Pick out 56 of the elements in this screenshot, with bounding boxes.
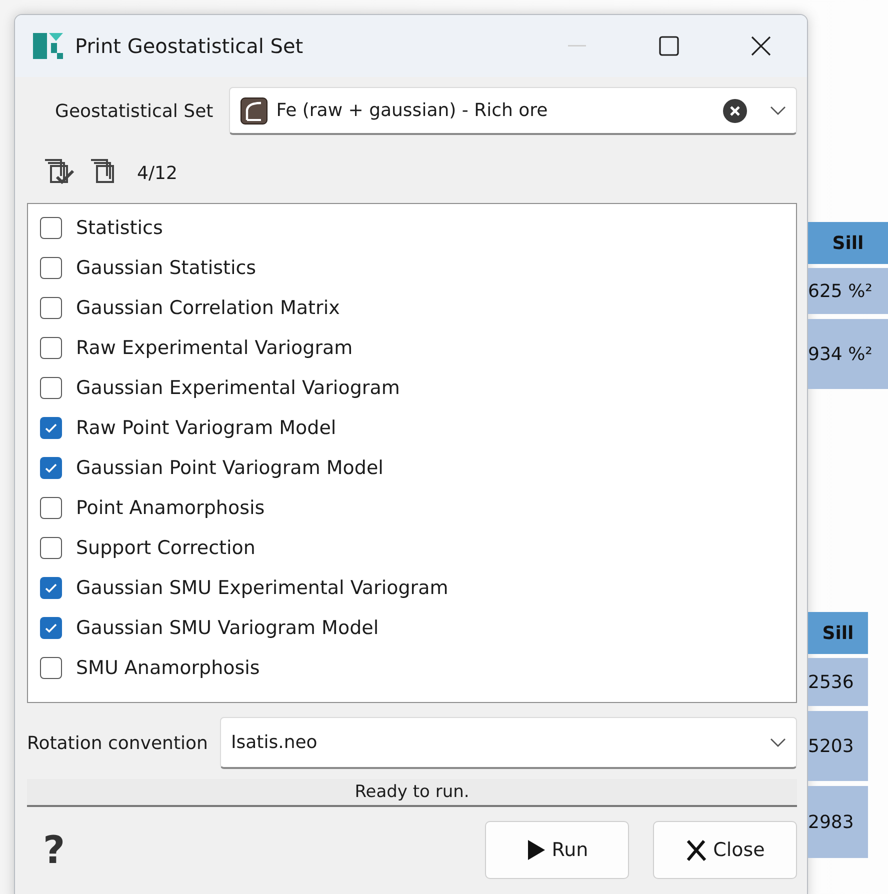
check-icon	[44, 461, 58, 475]
field-label: Rotation convention	[27, 732, 208, 754]
check-icon	[44, 581, 58, 595]
close-icon	[685, 839, 708, 861]
minimize-icon	[568, 45, 586, 47]
table-cell: 2983	[808, 786, 868, 858]
checkbox-label[interactable]: Gaussian Correlation Matrix	[76, 297, 340, 319]
checkbox-label[interactable]: Raw Experimental Variogram	[76, 337, 353, 359]
close-icon	[750, 35, 772, 57]
checkbox-label[interactable]: Point Anamorphosis	[76, 497, 265, 519]
checkbox[interactable]	[40, 617, 62, 639]
table-cell: 2536	[808, 658, 868, 706]
checkbox-label[interactable]: Gaussian Statistics	[76, 257, 256, 279]
close-dialog-button[interactable]: Close	[653, 821, 797, 879]
checkbox-label[interactable]: Statistics	[76, 217, 163, 239]
clear-icon[interactable]	[722, 98, 748, 124]
checkbox-label[interactable]: Gaussian SMU Experimental Variogram	[76, 577, 448, 599]
dropdown-value: Fe (raw + gaussian) - Rich ore	[276, 100, 549, 121]
checkbox[interactable]	[40, 297, 62, 319]
checkbox[interactable]	[40, 657, 62, 679]
checkbox-label[interactable]: Gaussian Point Variogram Model	[76, 457, 384, 479]
checkbox[interactable]	[40, 217, 62, 239]
checkbox[interactable]	[40, 337, 62, 359]
table-cell: 5203	[808, 711, 868, 781]
checkbox-label[interactable]: Gaussian Experimental Variogram	[76, 377, 400, 399]
table-cell: 934 %²	[808, 319, 888, 389]
checkbox[interactable]	[40, 257, 62, 279]
checkbox-label[interactable]: Gaussian SMU Variogram Model	[76, 617, 379, 639]
chevron-down-icon[interactable]	[770, 738, 786, 748]
checkbox-label[interactable]: Support Correction	[76, 537, 256, 559]
field-label: Geostatistical Set	[55, 100, 214, 122]
help-icon[interactable]: ?	[43, 828, 461, 872]
checkbox[interactable]	[40, 377, 62, 399]
checkbox[interactable]	[40, 497, 62, 519]
curve-icon	[240, 96, 268, 124]
checkbox-label[interactable]: Raw Point Variogram Model	[76, 417, 336, 439]
status-bar: Ready to run.	[27, 779, 797, 807]
check-icon	[44, 421, 58, 435]
dropdown-value: Isatis.neo	[230, 732, 318, 753]
check-icon	[44, 621, 58, 635]
rotation-dropdown[interactable]: Isatis.neo	[220, 717, 797, 769]
run-button[interactable]: Run	[485, 821, 629, 879]
column-header: Sill	[808, 612, 868, 654]
checkbox[interactable]	[40, 457, 62, 479]
table-cell: 625 %²	[808, 268, 888, 314]
checkbox[interactable]	[40, 537, 62, 559]
play-icon	[526, 839, 546, 861]
geostatistical-set-dropdown[interactable]: Fe (raw + gaussian) - Rich ore	[229, 87, 797, 135]
selection-count: 4/12	[137, 162, 178, 184]
checkbox[interactable]	[40, 417, 62, 439]
maximize-icon	[659, 36, 679, 56]
column-header: Sill	[808, 222, 888, 264]
checkbox[interactable]	[40, 577, 62, 599]
checkbox-label[interactable]: SMU Anamorphosis	[76, 657, 260, 679]
window-title: Print Geostatistical Set	[75, 34, 304, 58]
chevron-down-icon[interactable]	[770, 106, 786, 116]
